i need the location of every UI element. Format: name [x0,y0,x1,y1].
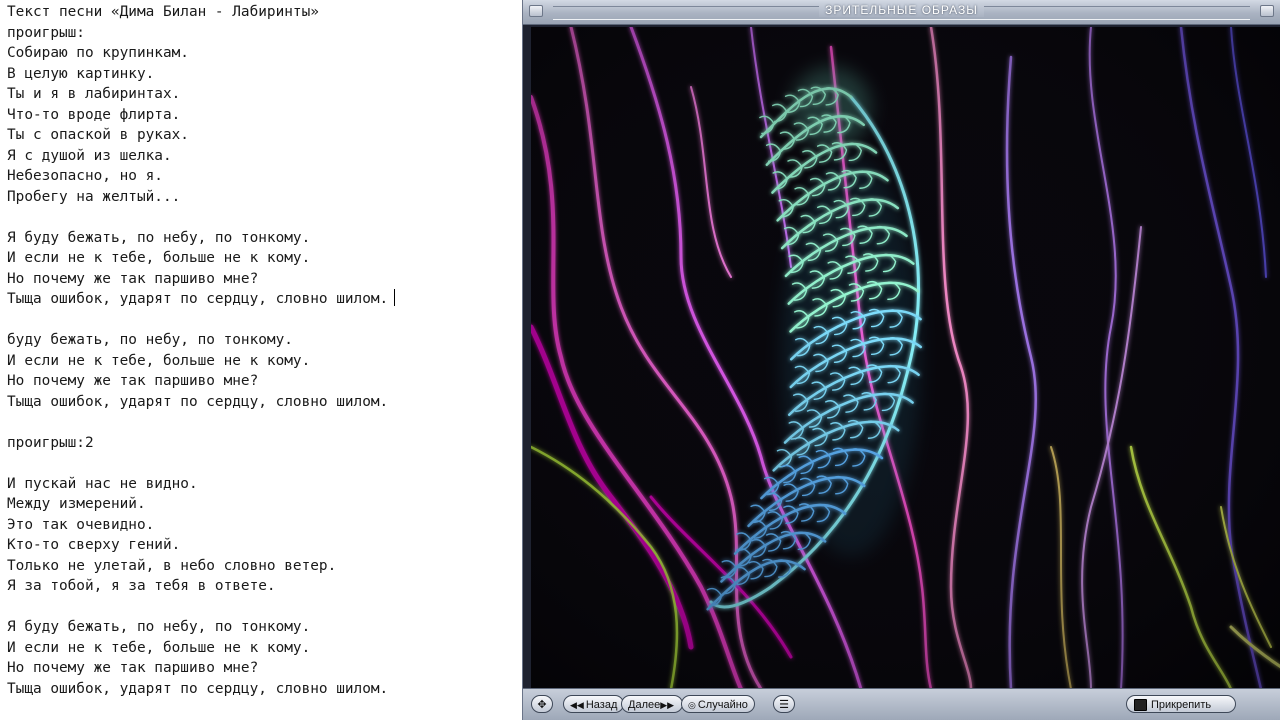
lyrics-line [7,412,395,433]
lyrics-line: Но почему же так паршиво мне? [7,270,259,287]
lyrics-line: И если не к тебе, больше не к кому. [7,250,311,266]
lyrics-line: В целую картинку. [7,65,155,82]
visualization-window[interactable]: ЗРИТЕЛЬНЫЕ ОБРАЗЫ ✥ ◀◀ Назад Далее▶▶ ◎ С… [522,0,1280,720]
lyrics-text[interactable]: Текст песни «Дима Билан - Лабиринты» прои… [7,2,396,699]
attach-button[interactable]: Прикрепить [1126,695,1237,713]
lyrics-line: Тыща ошибок, ударят по сердцу, словно ши… [7,393,389,410]
window-title: ЗРИТЕЛЬНЫЕ ОБРАЗЫ [819,3,984,17]
control-bar: ✥ ◀◀ Назад Далее▶▶ ◎ Случайно ☰ Прикрепить [523,688,1280,720]
lyrics-text-editor[interactable]: Текст песни «Дима Билан - Лабиринты» прои… [0,0,522,720]
lyrics-line: Собираю по крупинкам. [7,45,189,61]
back-button[interactable]: ◀◀ Назад [563,695,625,713]
lyrics-line: Я за тобой, я за тебя в ответе. [7,578,276,594]
lyrics-line: Но почему же так паршиво мне? [7,373,259,389]
lyrics-line: Тыща ошибок, ударят по сердцу, словно ши… [7,289,396,310]
random-button[interactable]: ◎ Случайно [681,695,755,713]
move-icon[interactable]: ✥ [531,695,553,713]
lyrics-line: проигрыш: [7,24,85,41]
lyrics-line: Я с душой из шелка. [7,147,172,164]
text-caret [394,289,396,306]
lyrics-line: Между измерений. [7,496,146,512]
lyrics-line: Я буду бежать, по небу, по тонкому. [7,229,311,246]
lyrics-line [7,207,395,228]
window-titlebar[interactable]: ЗРИТЕЛЬНЫЕ ОБРАЗЫ [523,0,1280,25]
lyrics-line: Ты и я в лабиринтах. [7,86,181,102]
lyrics-line: Только не улетай, в небо словно ветер. [7,557,337,574]
next-button[interactable]: Далее▶▶ [621,695,684,713]
lyrics-line: Но почему же так паршиво мне? [7,660,259,676]
next-arrow-icon: ▶▶ [660,700,675,710]
random-icon: ◎ [688,700,696,710]
lyrics-line [7,453,395,474]
lyrics-line: Текст песни «Дима Билан - Лабиринты» [7,4,319,20]
lyrics-line [7,597,395,618]
options-menu-icon[interactable]: ☰ [773,695,795,713]
lyrics-line: Пробегу на желтый... [7,188,181,205]
lyrics-line: Что-то вроде флирта. [7,106,181,123]
lyrics-line: Это так очевидно. [7,516,155,533]
lyrics-line: Кто-то сверху гений. [7,537,181,553]
lyrics-line: И если не к тебе, больше не к кому. [7,352,311,369]
lyrics-line: Тыща ошибок, ударят по сердцу, словно ши… [7,680,389,697]
lyrics-line [7,310,395,331]
attach-icon [1134,699,1147,711]
lyrics-line: И если не к тебе, больше не к кому. [7,639,311,656]
lyrics-line: проигрыш:2 [7,434,94,451]
lyrics-line: Ты с опаской в руках. [7,127,189,143]
lyrics-line: И пускай нас не видно. [7,475,198,492]
lyrics-line: буду бежать, по небу, по тонкому. [7,332,293,348]
close-icon[interactable] [1260,5,1274,17]
visualization-art [531,27,1280,689]
visualization-canvas [531,27,1280,689]
lyrics-line: Небезопасно, но я. [7,168,163,184]
lyrics-line: Я буду бежать, по небу, по тонкому. [7,619,311,635]
back-arrow-icon: ◀◀ [570,700,584,710]
